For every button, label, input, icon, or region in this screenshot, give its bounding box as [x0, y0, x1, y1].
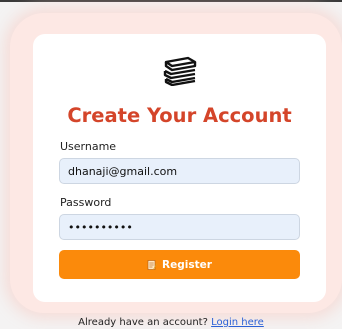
password-label: Password [60, 196, 112, 209]
register-card: Create Your Account Username Password Re… [33, 34, 326, 302]
top-edge-bar [0, 0, 342, 2]
username-field[interactable] [59, 158, 300, 184]
memo-icon [147, 259, 158, 270]
register-button-label: Register [162, 258, 212, 271]
password-field[interactable] [59, 214, 300, 240]
books-icon [163, 56, 197, 86]
page-title: Create Your Account [67, 104, 292, 127]
username-label: Username [60, 140, 117, 153]
login-link[interactable]: Login here [211, 317, 264, 328]
login-prompt: Already have an account? Login here [0, 317, 342, 328]
register-button[interactable]: Register [59, 250, 300, 279]
login-prompt-text: Already have an account? [78, 317, 208, 328]
